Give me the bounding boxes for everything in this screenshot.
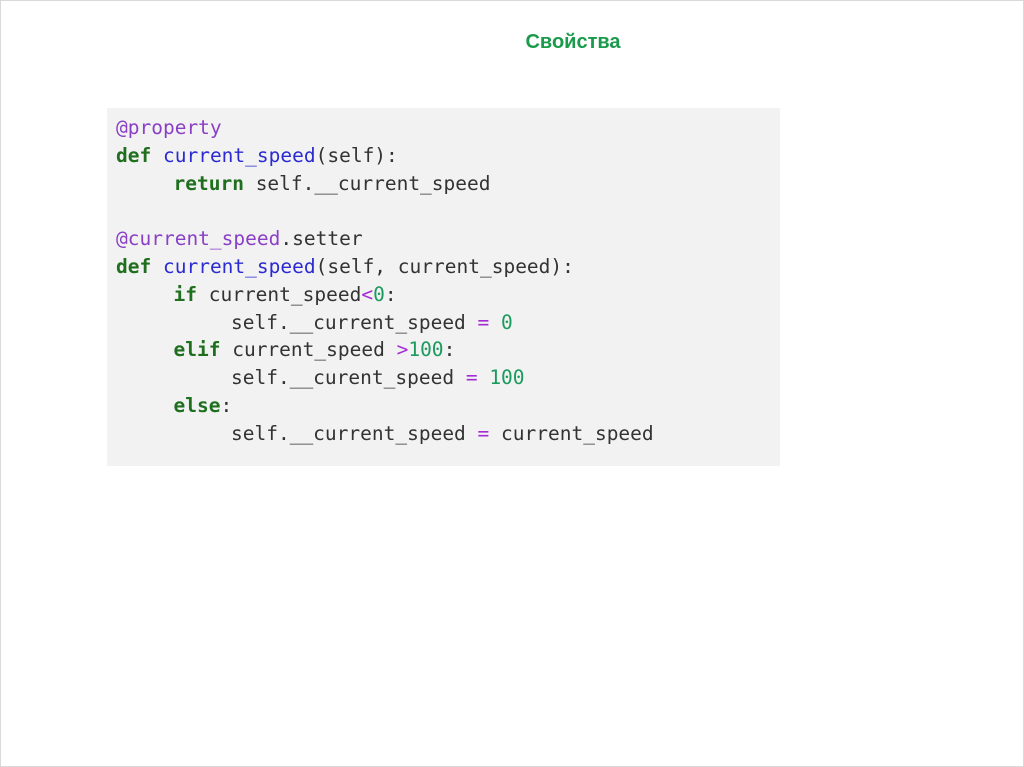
code-line: return self.__current_speed: [116, 170, 780, 198]
code-token: current_speed: [489, 421, 654, 445]
code-token: >: [396, 338, 409, 362]
code-line: @current_speed.setter: [116, 225, 780, 253]
code-token: 0: [373, 282, 385, 306]
slide-title: Свойства: [525, 31, 621, 53]
code-token: 0: [501, 310, 513, 334]
code-token: elif: [173, 338, 221, 362]
code-token: return: [173, 171, 244, 195]
code-token: 100: [489, 366, 525, 390]
code-line: def current_speed(self, current_speed):: [116, 253, 780, 281]
code-block: @property def current_speed(self): return …: [107, 108, 780, 466]
code-line: else:: [116, 392, 780, 420]
code-token: (self, current_speed):: [315, 254, 574, 278]
code-token: self.__curent_speed: [231, 366, 466, 390]
code-token: current_speed: [196, 282, 362, 306]
code-token: (self):: [315, 143, 398, 167]
code-token: def: [116, 143, 152, 167]
code-token: self.__current_speed: [231, 310, 478, 334]
code-token: @current_speed: [116, 227, 281, 251]
code-token: current_speed: [162, 254, 316, 278]
code-token: self.__current_speed: [231, 421, 478, 445]
code-token: :: [443, 338, 456, 362]
code-token: =: [477, 421, 490, 445]
code-token: def: [116, 254, 152, 278]
code-token: <: [361, 282, 374, 306]
code-token: 100: [408, 338, 444, 362]
code-line: if current_speed<0:: [116, 281, 780, 309]
code-token: current_speed: [162, 143, 316, 167]
code-token: =: [465, 366, 478, 390]
code-line: self.__curent_speed = 100: [116, 364, 780, 392]
code-line: @property: [116, 114, 780, 142]
code-token: self.__current_speed: [243, 171, 491, 195]
code-token: if: [173, 282, 197, 306]
code-token: @property: [116, 116, 222, 139]
code-line: elif current_speed >100:: [116, 336, 780, 364]
code-line: self.__current_speed = current_speed: [116, 420, 780, 448]
code-token: else: [173, 393, 221, 417]
slide: Свойства @property def current_speed(self…: [0, 0, 1024, 767]
code-token: :: [220, 393, 233, 417]
code-token: =: [477, 310, 490, 334]
code-token: :: [384, 282, 397, 306]
code-token: current_speed: [220, 338, 397, 362]
code-line: def current_speed(self):: [116, 142, 780, 170]
code-token: .setter: [280, 227, 363, 251]
code-line: self.__current_speed = 0: [116, 309, 780, 337]
